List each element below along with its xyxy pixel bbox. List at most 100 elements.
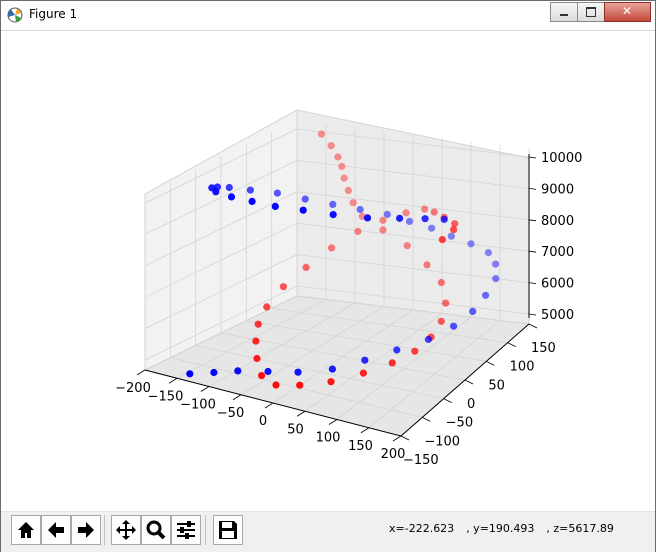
pan-button[interactable] [111,515,141,545]
scatter-point [421,215,429,223]
scatter-point [294,368,302,376]
zoom-button[interactable] [141,515,171,545]
scatter-point [451,220,459,228]
scatter-point [344,186,352,195]
y-tick-label: 50 [488,378,505,393]
scatter-point [442,299,450,307]
scatter-point [393,346,401,354]
scatter-point [379,216,387,224]
back-button[interactable] [41,515,71,545]
scatter-point [334,153,342,161]
y-tick-mark [400,435,410,441]
y-tick-mark [422,416,431,422]
x-tick-label: 200 [381,447,406,462]
scatter-point [279,283,287,291]
z-tick-mark [528,282,537,284]
scatter-point [225,183,233,192]
maximize-icon [586,7,596,17]
save-icon [219,521,237,539]
scatter-point [272,381,280,389]
z-tick-label: 9000 [541,182,574,197]
minimize-button[interactable] [550,2,578,22]
z-tick-label: 8000 [541,214,574,229]
cursor-coordinates: x=-222.623 , y=190.493 , z=5617.89 [389,522,626,535]
window-controls: ✕ [550,2,651,22]
x-tick-mark [168,377,178,384]
toolbar-separator [205,515,206,545]
title-bar[interactable]: Figure 1 ✕ [1,1,655,31]
x-tick-label: 0 [259,414,267,429]
x-tick-mark [136,369,146,376]
configure-subplots-button[interactable] [171,515,201,545]
figure-window: Figure 1 ✕ −200 −150 −100 −50 0 50 100 150 200 −1… [0,0,656,552]
scatter-point [469,307,477,315]
scatter-point [359,369,367,377]
scatter-point [379,226,387,234]
scatter-point [421,205,429,213]
scatter-point [428,224,436,232]
scatter-point [212,188,220,196]
z-tick-label: 5000 [541,308,574,323]
close-button[interactable]: ✕ [604,2,651,22]
forward-arrow-icon [78,522,94,538]
scatter-point [246,186,254,194]
scatter-point [437,278,445,287]
y-tick-label: −100 [424,434,460,449]
x-tick-label: −50 [217,406,244,421]
scatter-point [296,381,304,389]
z-tick-mark [528,250,537,253]
close-icon: ✕ [622,4,633,18]
scatter-point [340,174,348,182]
z-tick-mark [528,219,537,222]
y-tick-label: −150 [403,453,439,468]
scatter-point [482,291,490,299]
scatter-point [227,193,236,201]
scatter-point [299,206,307,214]
x-tick-label: −200 [115,381,151,396]
plot-canvas[interactable]: −200−150−100−50050100150200−150−100−5005… [9,31,649,511]
home-icon [18,522,34,538]
z-tick-label: 10000 [541,151,582,166]
x-tick-mark [392,435,402,442]
configure-subplots-icon [177,521,195,539]
x-tick-label: −150 [148,389,184,404]
scatter-point [252,337,260,345]
scatter-point [402,209,410,217]
scatter-point [338,162,346,170]
x-tick-label: −100 [180,398,216,413]
pan-icon [116,520,136,540]
y-tick-mark [464,379,474,385]
forward-button[interactable] [71,515,101,545]
navigation-toolbar: x=-222.623 , y=190.493 , z=5617.89 [1,511,655,552]
y-tick-label: 150 [531,341,556,356]
scatter-point [210,368,218,377]
scatter-point [467,240,475,248]
z-tick-label: 7000 [541,245,574,260]
x-tick-mark [232,394,242,401]
scatter-point [492,275,500,283]
x-tick-mark [296,410,306,417]
toolbar-separator [104,515,105,545]
z-tick-mark [528,156,537,159]
scatter-point [411,347,419,355]
scatter-point [327,378,335,386]
scatter-point [254,320,262,328]
x-tick-label: 50 [287,422,304,437]
y-tick-label: 100 [510,360,535,375]
save-button[interactable] [213,515,243,545]
z-tick-label: 6000 [541,277,574,292]
zoom-icon [146,520,166,540]
scatter-point [317,130,326,138]
scatter-point [363,214,372,222]
coord-z: , z=5617.89 [546,522,614,535]
scatter-point [447,232,455,240]
coord-x: x=-222.623 [389,522,455,535]
y-tick-label: 0 [467,397,475,412]
scatter-point [271,202,279,210]
y-tick-mark [507,342,516,348]
scatter-point [396,214,404,222]
home-button[interactable] [11,515,41,545]
maximize-button[interactable] [577,2,605,22]
x-tick-mark [200,386,210,392]
x-tick-mark [264,402,274,409]
